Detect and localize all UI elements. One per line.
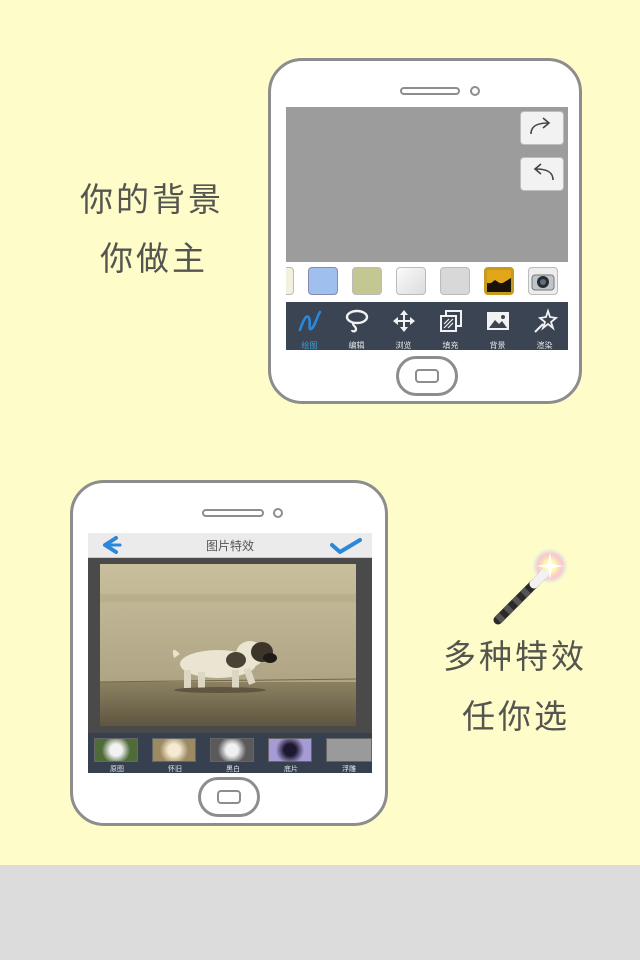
undo-arrow-icon bbox=[533, 163, 554, 181]
move-arrows-icon bbox=[393, 310, 415, 332]
tool-edit-label: 编辑 bbox=[348, 341, 365, 350]
filter-nostalgia[interactable]: 怀旧 bbox=[152, 738, 196, 773]
effects-screen: 图片特效 原图 怀旧 黑白 底片 浮雕 bbox=[88, 533, 372, 773]
checkmark-icon[interactable] bbox=[328, 535, 364, 555]
editor-toolbar: 绘图 编辑 浏览 填充 背景 渲染 bbox=[286, 302, 568, 350]
filter-negative[interactable]: 底片 bbox=[268, 738, 312, 773]
filter-nostalgia-label: 怀旧 bbox=[168, 765, 182, 773]
filter-negative-label: 底片 bbox=[284, 765, 298, 773]
effects-header: 图片特效 bbox=[88, 533, 372, 558]
tool-background-label: 背景 bbox=[489, 341, 506, 350]
editor-screen: 绘图 编辑 浏览 填充 背景 渲染 bbox=[286, 107, 568, 350]
sunset-scene-icon bbox=[487, 270, 511, 292]
fill-layers-icon bbox=[440, 310, 462, 332]
magic-wand-icon bbox=[493, 548, 568, 625]
filter-original-label: 原图 bbox=[110, 765, 124, 773]
filter-black-white[interactable]: 黑白 bbox=[210, 738, 254, 773]
magic-star-icon bbox=[534, 308, 558, 333]
filter-thumbnail-strip: 原图 怀旧 黑白 底片 浮雕 bbox=[88, 733, 372, 773]
redo-button[interactable] bbox=[520, 111, 564, 145]
filter-emboss-label: 浮雕 bbox=[342, 765, 356, 773]
swatch-partial[interactable] bbox=[286, 267, 294, 295]
tagline-effects-line2: 任你选 bbox=[462, 697, 570, 736]
filter-black-white-label: 黑白 bbox=[226, 765, 240, 773]
puppy-photo bbox=[100, 564, 356, 726]
tool-fill[interactable]: 填充 bbox=[427, 302, 474, 350]
filter-original[interactable]: 原图 bbox=[94, 738, 138, 773]
swatch-camera[interactable] bbox=[528, 267, 558, 295]
phone-camera bbox=[470, 86, 480, 96]
camera-icon bbox=[531, 274, 555, 291]
tool-draw-label: 绘图 bbox=[301, 341, 318, 350]
tool-browse-label: 浏览 bbox=[395, 341, 412, 350]
phone-earpiece bbox=[400, 87, 460, 95]
swatch-olive[interactable] bbox=[352, 267, 382, 295]
tool-draw[interactable]: 绘图 bbox=[286, 302, 333, 350]
tagline-background-line2: 你做主 bbox=[100, 239, 208, 278]
undo-button[interactable] bbox=[520, 157, 564, 191]
filter-emboss[interactable]: 浮雕 bbox=[326, 738, 372, 773]
swatch-paper-white[interactable] bbox=[396, 267, 426, 295]
phone-home-button[interactable] bbox=[396, 356, 458, 396]
tagline-background-line1: 你的背景 bbox=[80, 180, 224, 219]
tool-render-label: 渲染 bbox=[536, 341, 553, 350]
swatch-gray[interactable] bbox=[440, 267, 470, 295]
phone-home-button[interactable] bbox=[198, 777, 260, 817]
tagline-effects-line1: 多种特效 bbox=[443, 637, 587, 676]
tool-fill-label: 填充 bbox=[442, 341, 459, 350]
lasso-icon bbox=[345, 309, 369, 333]
tool-render[interactable]: 渲染 bbox=[521, 302, 568, 350]
tool-background[interactable]: 背景 bbox=[474, 302, 521, 350]
phone-earpiece bbox=[202, 509, 264, 517]
phone-camera bbox=[273, 508, 283, 518]
redo-arrow-icon bbox=[530, 117, 551, 135]
image-icon bbox=[487, 312, 509, 330]
photo-frame bbox=[88, 558, 372, 733]
swatch-gold-frame[interactable] bbox=[484, 267, 514, 295]
draw-curve-icon bbox=[298, 310, 322, 332]
tool-browse[interactable]: 浏览 bbox=[380, 302, 427, 350]
swatch-light-blue[interactable] bbox=[308, 267, 338, 295]
tool-edit[interactable]: 编辑 bbox=[333, 302, 380, 350]
background-swatch-strip bbox=[286, 262, 568, 302]
